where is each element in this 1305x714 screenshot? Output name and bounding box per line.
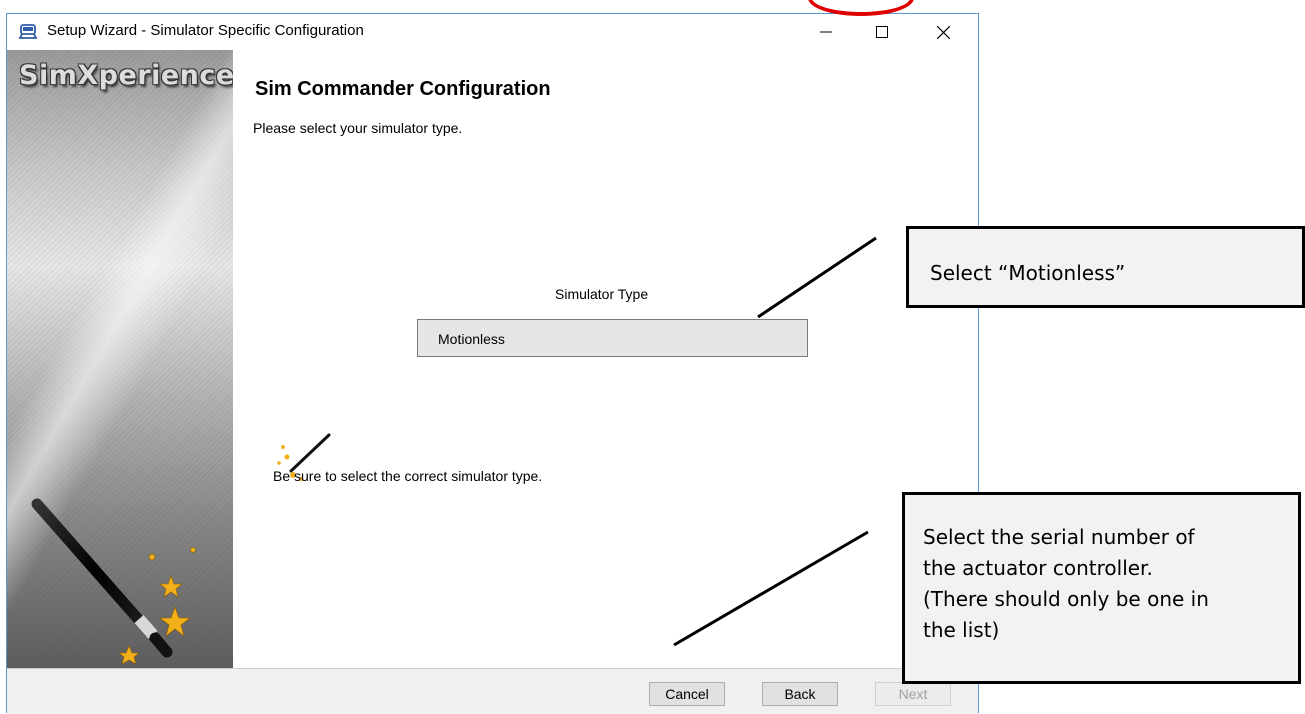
- callout-motionless-text: Select “Motionless”: [930, 261, 1126, 285]
- callout-pointer-line-top: [757, 236, 877, 319]
- callout-serial-line: the list): [923, 618, 1000, 642]
- callout-serial-line: Select the serial number of: [923, 525, 1195, 549]
- callout-pointer-line-bottom: [673, 530, 869, 647]
- callout-serial-number: Select the serial number of the actuator…: [902, 492, 1301, 684]
- callout-serial-line: (There should only be one in: [923, 587, 1209, 611]
- callout-serial-text: Select the serial number of the actuator…: [923, 522, 1209, 646]
- callout-serial-line: the actuator controller.: [923, 556, 1153, 580]
- callout-select-motionless: Select “Motionless”: [906, 226, 1305, 308]
